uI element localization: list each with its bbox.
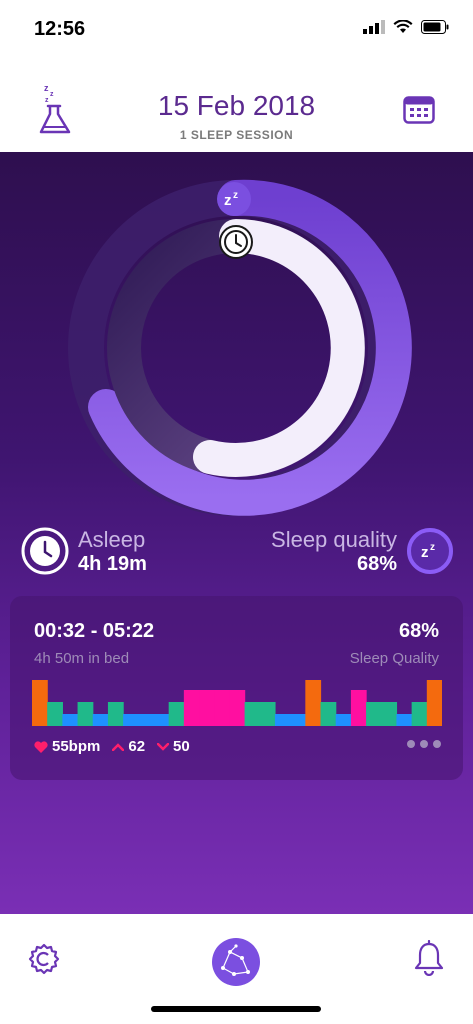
stage-bar-light <box>259 702 276 726</box>
heart-icon <box>34 740 48 753</box>
clock-outline-icon <box>21 527 69 575</box>
stage-bar-deep <box>92 714 109 726</box>
stage-bar-deep <box>335 714 352 726</box>
asleep-value: 4h 19m <box>78 552 147 575</box>
session-time-range: 00:32 - 05:22 <box>34 620 155 642</box>
status-icons <box>363 20 449 34</box>
heart-rate-value: 55bpm <box>52 738 101 755</box>
stage-bar-deep <box>123 714 139 726</box>
in-bed-arc <box>193 219 365 477</box>
stage-bar-deep <box>153 714 170 726</box>
stage-bar-rem <box>350 690 367 726</box>
sleep-session-card[interactable]: 00:32 - 05:22 4h 50m in bed 68% Sleep Qu… <box>10 596 463 780</box>
sleep-quality-zz-icon: z z <box>407 528 453 574</box>
stage-bar-deep <box>290 714 306 726</box>
stage-bar-deep <box>62 714 79 726</box>
bell-icon[interactable] <box>413 940 445 976</box>
stage-bar-light <box>107 702 124 726</box>
home-indicator <box>151 1006 321 1012</box>
more-options-button[interactable] <box>407 740 441 748</box>
chevron-down-icon <box>157 742 170 751</box>
session-count: 1 SLEEP SESSION <box>179 128 294 142</box>
session-quality-label: Sleep Quality <box>349 650 439 667</box>
dot <box>420 740 428 748</box>
heart-rate-avg: 55bpm <box>34 738 100 755</box>
constellation-icon[interactable] <box>212 938 260 986</box>
stage-bar-light <box>244 702 261 726</box>
heart-rate-low-value: 50 <box>173 738 190 755</box>
asleep-stat: Asleep 4h 19m <box>20 526 147 576</box>
stage-bar-light <box>411 702 428 726</box>
svg-text:z: z <box>233 190 238 201</box>
stage-bar-deep <box>396 714 413 726</box>
sleep-ring-chart[interactable]: z z <box>0 152 473 522</box>
dot <box>407 740 415 748</box>
status-time: 12:56 <box>34 18 86 40</box>
stage-bar-rem <box>199 690 215 726</box>
stage-bar-deep <box>274 714 291 726</box>
stage-bar-deep <box>138 714 155 726</box>
header: z z z 15 Feb 2018 1 SLEEP SESSION <box>0 60 473 152</box>
cellular-signal-icon <box>363 20 385 34</box>
stage-bar-light <box>168 702 185 726</box>
settings-gear-icon[interactable] <box>27 942 61 976</box>
stage-bar-awake <box>305 680 322 726</box>
stage-bar-rem <box>183 690 200 726</box>
heart-rate-low: 50 <box>157 738 190 755</box>
chevron-up-icon <box>112 742 125 751</box>
stage-bar-awake <box>32 680 48 726</box>
svg-text:z: z <box>430 542 435 553</box>
svg-text:z: z <box>421 544 429 561</box>
stage-bar-light <box>77 702 94 726</box>
wifi-icon <box>393 20 413 33</box>
sleep-quality-label: Sleep quality <box>271 526 397 552</box>
heart-rate-high: 62 <box>112 738 145 755</box>
stage-bar-awake <box>426 680 442 726</box>
stage-bar-light <box>366 702 382 726</box>
clock-icon <box>219 225 253 259</box>
status-bar: 12:56 <box>0 0 473 60</box>
heart-rate-row: 55bpm 62 50 <box>34 738 190 755</box>
sleep-stage-chart <box>32 680 442 726</box>
stage-bar-rem <box>214 690 231 726</box>
session-in-bed: 4h 50m in bed <box>34 650 130 667</box>
sleep-quality-value: 68% <box>356 552 397 575</box>
heart-rate-high-value: 62 <box>128 738 146 755</box>
asleep-label: Asleep <box>78 526 146 552</box>
stage-bar-rem <box>229 690 246 726</box>
session-quality-value: 68% <box>398 620 439 642</box>
sleep-summary-panel: z z Asleep 4h 19m Sleep quality 68% z z <box>0 152 473 914</box>
bottom-nav <box>0 914 473 1024</box>
battery-icon <box>421 20 449 34</box>
calendar-icon[interactable] <box>403 94 435 124</box>
sleep-quality-stat: Sleep quality 68% z z <box>271 526 455 576</box>
stage-bar-light <box>47 702 63 726</box>
sleep-badge-text: z <box>224 192 232 209</box>
stage-bar-light <box>320 702 337 726</box>
stage-bar-light <box>381 702 398 726</box>
dot <box>433 740 441 748</box>
